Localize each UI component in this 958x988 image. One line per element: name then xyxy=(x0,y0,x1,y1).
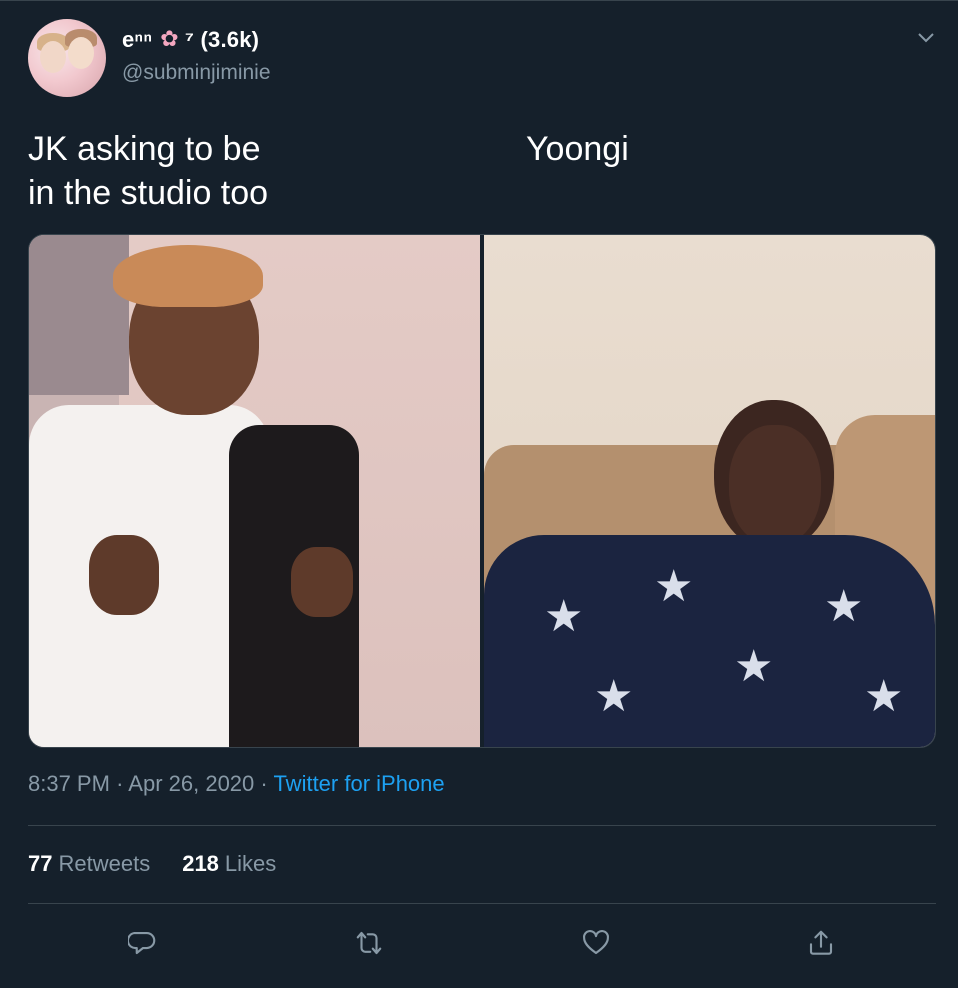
meta-separator: · xyxy=(116,771,129,796)
likes-count: 218 xyxy=(182,851,219,876)
blanket-star-icon: ★ xyxy=(654,562,694,611)
share-button[interactable] xyxy=(797,919,845,967)
retweets-label: Retweets xyxy=(58,851,151,876)
meta-separator: · xyxy=(260,771,274,796)
blanket-star-icon: ★ xyxy=(594,672,634,721)
display-name[interactable]: eⁿⁿ ✿ ⁷ (3.6k) xyxy=(122,26,260,53)
retweets-count: 77 xyxy=(28,851,53,876)
like-button[interactable] xyxy=(572,919,620,967)
tweet-meta: 8:37 PM · Apr 26, 2020 · Twitter for iPh… xyxy=(28,771,445,797)
tweet-text-left: JK asking to be in the studio too xyxy=(28,127,268,215)
tweet-media[interactable]: ★ ★ ★ ★ ★ ★ xyxy=(28,234,936,748)
display-name-suffix: ⁷ (3.6k) xyxy=(184,27,260,52)
display-name-text: eⁿⁿ xyxy=(122,27,153,52)
tweet-text-right: Yoongi xyxy=(526,130,629,168)
divider xyxy=(28,825,936,826)
tweet-actions xyxy=(0,919,958,967)
media-image-left[interactable] xyxy=(29,235,480,747)
tweet-source-link[interactable]: Twitter for iPhone xyxy=(273,771,444,796)
reply-button[interactable] xyxy=(119,919,167,967)
retweet-icon xyxy=(356,931,382,955)
retweets-stat[interactable]: 77 Retweets xyxy=(28,851,150,877)
avatar[interactable] xyxy=(28,19,106,97)
share-icon xyxy=(809,930,833,955)
retweet-button[interactable] xyxy=(345,919,393,967)
blanket-star-icon: ★ xyxy=(544,592,584,641)
tweet-text-line-2: in the studio too xyxy=(28,174,269,212)
tweet-text-line-1: JK asking to be xyxy=(28,130,261,168)
avatar-face-right xyxy=(68,37,94,69)
reply-icon xyxy=(128,931,156,955)
username[interactable]: @subminjiminie xyxy=(122,61,271,85)
photo-person-face xyxy=(729,425,821,545)
divider xyxy=(28,903,936,904)
photo-hand-left xyxy=(89,535,159,615)
chevron-down-icon[interactable] xyxy=(916,27,936,47)
media-image-right[interactable]: ★ ★ ★ ★ ★ ★ xyxy=(484,235,935,747)
tweet-time[interactable]: 8:37 PM xyxy=(28,771,110,796)
heart-icon xyxy=(583,930,609,955)
likes-label: Likes xyxy=(224,851,277,876)
blanket-star-icon: ★ xyxy=(734,642,774,691)
tweet-date[interactable]: Apr 26, 2020 xyxy=(128,771,254,796)
photo-wall-shadow xyxy=(29,235,129,395)
photo-hand-right xyxy=(291,547,353,617)
photo-head-wrap xyxy=(113,245,263,307)
likes-stat[interactable]: 218 Likes xyxy=(182,851,276,877)
blanket-star-icon: ★ xyxy=(824,582,864,631)
tweet: eⁿⁿ ✿ ⁷ (3.6k) @subminjiminie JK asking … xyxy=(0,0,958,988)
cherry-blossom-icon: ✿ xyxy=(160,26,179,51)
blanket-star-icon: ★ xyxy=(864,672,904,721)
tweet-stats: 77 Retweets 218 Likes xyxy=(28,851,276,877)
avatar-face-left xyxy=(40,41,66,73)
